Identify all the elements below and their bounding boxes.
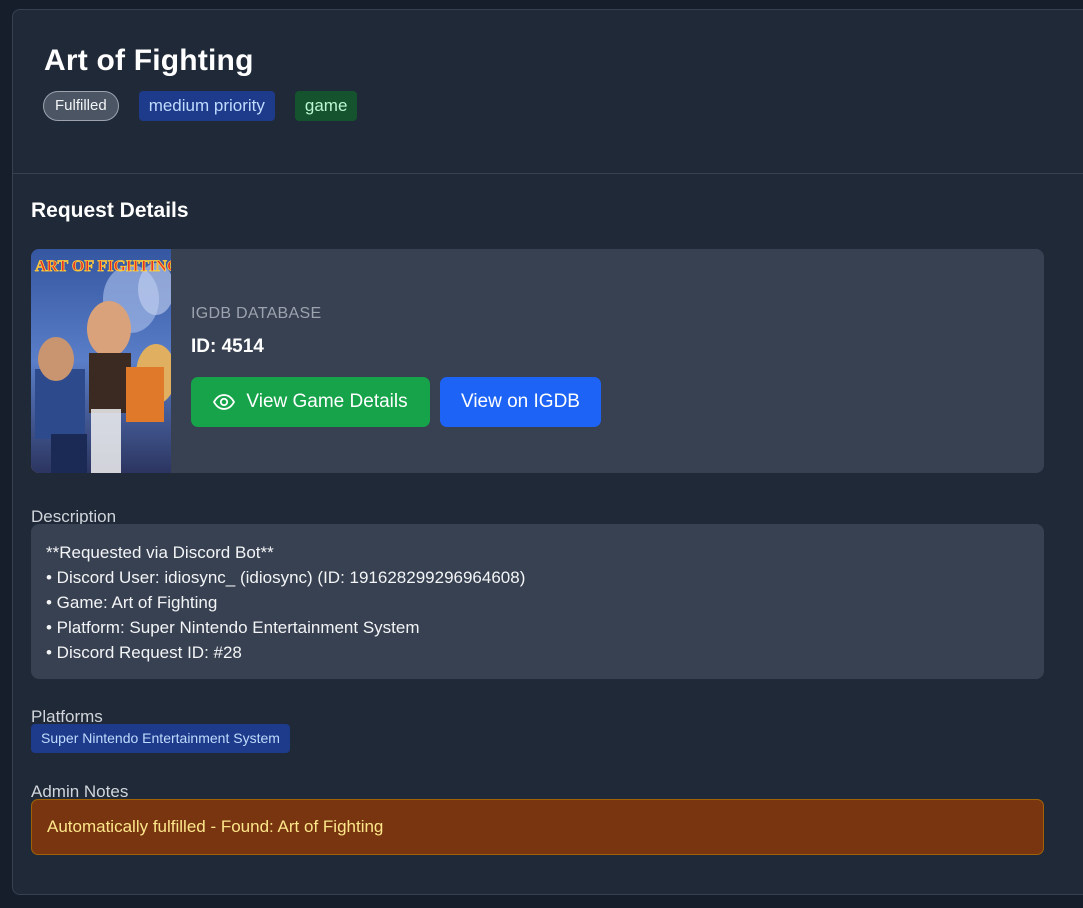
section-title-request-details: Request Details bbox=[31, 199, 189, 222]
cover-logo-text: ART OF FIGHTING bbox=[35, 258, 171, 275]
igdb-panel: ART OF FIGHTING IGDB DATABASE ID: 4514 V… bbox=[31, 249, 1044, 473]
game-cover-image: ART OF FIGHTING bbox=[31, 249, 171, 473]
eye-icon bbox=[213, 394, 236, 410]
description-line: • Game: Art of Fighting bbox=[46, 593, 218, 612]
type-badge: game bbox=[294, 91, 358, 121]
admin-notes-text: Automatically fulfilled - Found: Art of … bbox=[47, 817, 384, 836]
view-game-details-label: View Game Details bbox=[246, 391, 408, 412]
priority-badge: medium priority bbox=[138, 91, 275, 121]
request-header: Art of Fighting Fulfilled medium priorit… bbox=[13, 10, 1083, 174]
description-line: • Discord Request ID: #28 bbox=[46, 643, 242, 662]
admin-notes-box: Automatically fulfilled - Found: Art of … bbox=[31, 799, 1044, 855]
platform-tag: Super Nintendo Entertainment System bbox=[31, 724, 290, 753]
view-on-igdb-button[interactable]: View on IGDB bbox=[440, 377, 601, 427]
description-box: **Requested via Discord Bot** • Discord … bbox=[31, 524, 1044, 679]
badge-row: Fulfilled medium priority game bbox=[43, 91, 358, 121]
igdb-id: ID: 4514 bbox=[191, 336, 264, 357]
description-line: **Requested via Discord Bot** bbox=[46, 543, 274, 562]
description-line: • Discord User: idiosync_ (idiosync) (ID… bbox=[46, 568, 526, 587]
view-on-igdb-label: View on IGDB bbox=[461, 391, 580, 412]
page-title: Art of Fighting bbox=[44, 44, 254, 77]
igdb-source-label: IGDB DATABASE bbox=[191, 305, 322, 322]
status-badge: Fulfilled bbox=[43, 91, 119, 121]
description-line: • Platform: Super Nintendo Entertainment… bbox=[46, 618, 420, 637]
view-game-details-button[interactable]: View Game Details bbox=[191, 377, 430, 427]
